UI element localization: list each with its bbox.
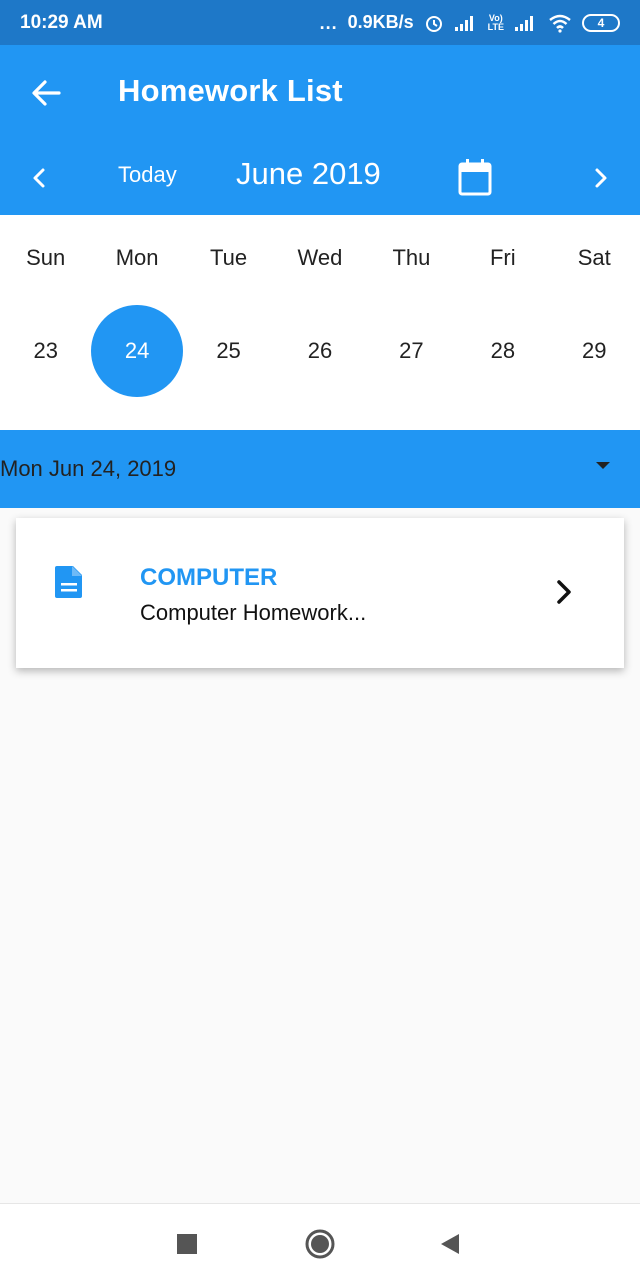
- date-label: 23: [33, 338, 58, 363]
- weekday-fri: Fri: [489, 245, 516, 270]
- back-button[interactable]: [24, 73, 68, 113]
- signal-icon-2: [514, 14, 538, 32]
- system-navigation-bar: [0, 1203, 640, 1280]
- arrow-left-icon: [32, 80, 61, 106]
- homework-description: Computer Homework...: [140, 600, 367, 625]
- date-cell-23[interactable]: 23: [0, 305, 91, 397]
- back-nav-button[interactable]: [432, 1226, 468, 1262]
- date-label: 25: [216, 338, 241, 363]
- battery-icon: 4: [582, 13, 620, 32]
- date-cell-26[interactable]: 26: [274, 305, 365, 397]
- app-bar: Homework List Today June 2019: [0, 45, 640, 215]
- week-strip: Sun Mon Tue Wed Thu Fri Sat 23 24 25 26 …: [0, 215, 640, 430]
- signal-icon: [454, 14, 478, 32]
- previous-week-button[interactable]: [24, 158, 54, 198]
- date-cell-25[interactable]: 25: [183, 305, 274, 397]
- weekday-row: Sun Mon Tue Wed Thu Fri Sat: [0, 245, 640, 277]
- document-icon: [55, 566, 82, 598]
- dropdown-arrow-icon: [596, 462, 610, 469]
- status-bar: 10:29 AM ... 0.9KB/s Vo) LTE 4: [0, 0, 640, 45]
- date-cell-27[interactable]: 27: [366, 305, 457, 397]
- alarm-icon: [424, 13, 444, 33]
- home-button[interactable]: [302, 1226, 338, 1262]
- selected-date-text: Mon Jun 24, 2019: [0, 456, 177, 481]
- weekday-sun: Sun: [26, 245, 66, 270]
- page-title: Homework List: [118, 73, 343, 108]
- weekday-wed: Wed: [297, 245, 343, 270]
- weekday-tue: Tue: [210, 245, 248, 270]
- date-label: 28: [490, 338, 516, 363]
- date-label: 26: [307, 338, 333, 363]
- weekday-mon: Mon: [115, 245, 159, 270]
- network-speed: 0.9KB/s: [347, 12, 414, 32]
- date-row: 23 24 25 26 27 28 29: [0, 305, 640, 397]
- triangle-back-icon: [441, 1234, 459, 1254]
- month-label: June 2019: [236, 156, 381, 191]
- chevron-right-icon: [595, 168, 607, 188]
- volte-icon: Vo) LTE: [487, 12, 504, 32]
- date-cell-29[interactable]: 29: [549, 305, 640, 397]
- calendar-picker-button[interactable]: [455, 154, 495, 200]
- date-label: 29: [582, 338, 607, 363]
- selected-date-label: 24: [91, 305, 183, 397]
- chevron-right-icon: [557, 580, 571, 604]
- homework-subject: COMPUTER: [140, 564, 278, 591]
- date-cell-28[interactable]: 28: [457, 305, 548, 397]
- status-icons: ... 0.9KB/s Vo) LTE 4: [320, 12, 620, 33]
- date-label: 27: [399, 338, 424, 363]
- today-button[interactable]: Today: [118, 162, 177, 188]
- date-cell-24-selected[interactable]: 24: [91, 305, 183, 397]
- calendar-icon: [458, 159, 492, 196]
- weekday-sat: Sat: [577, 245, 611, 270]
- chevron-left-icon: [33, 168, 45, 188]
- square-icon: [177, 1234, 197, 1254]
- circle-icon: [305, 1229, 335, 1259]
- calendar-navigation: Today June 2019: [0, 150, 640, 205]
- date-section-header[interactable]: Mon Jun 24, 2019: [0, 430, 640, 508]
- next-week-button[interactable]: [586, 158, 616, 198]
- homework-card[interactable]: COMPUTER Computer Homework...: [16, 518, 624, 668]
- status-time: 10:29 AM: [20, 11, 103, 33]
- more-notifications-icon: ...: [319, 12, 338, 33]
- recents-button[interactable]: [169, 1226, 205, 1262]
- wifi-icon: [548, 13, 572, 33]
- weekday-thu: Thu: [392, 245, 431, 270]
